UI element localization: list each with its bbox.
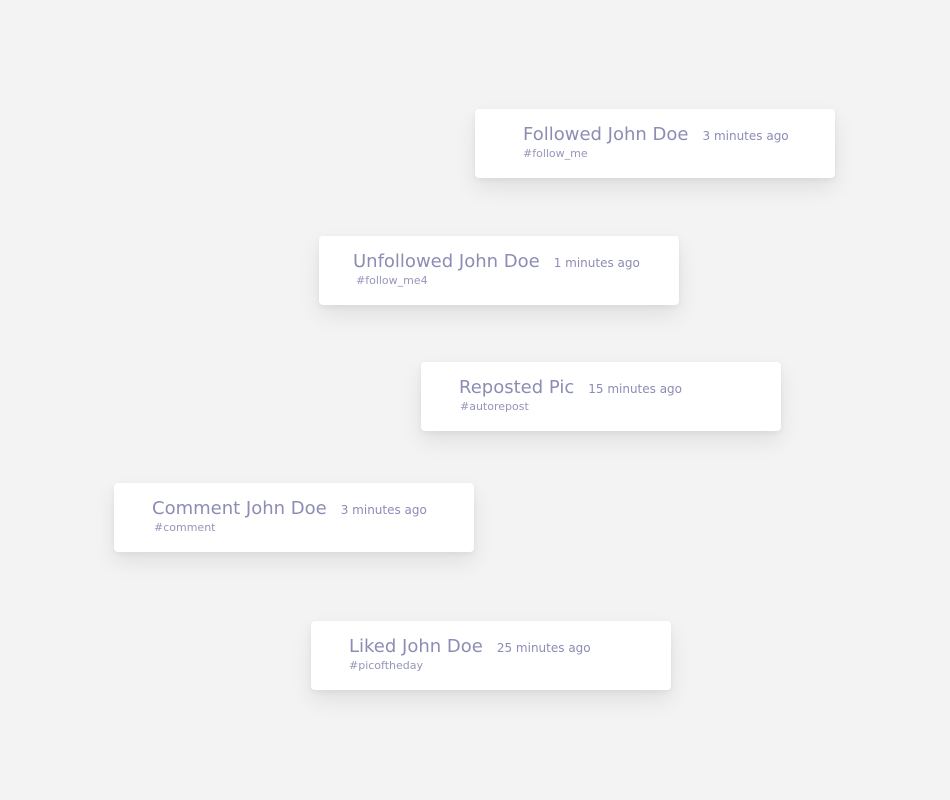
- activity-time: 15 minutes ago: [588, 382, 683, 396]
- activity-tag: #picoftheday: [349, 659, 423, 672]
- activity-time: 3 minutes ago: [702, 129, 789, 143]
- activity-feed: Followed John Doe 3 minutes ago #follow_…: [0, 0, 950, 800]
- activity-card[interactable]: Unfollowed John Doe 1 minutes ago #follo…: [319, 236, 679, 305]
- activity-header: Comment John Doe 3 minutes ago: [152, 498, 427, 520]
- activity-card[interactable]: Liked John Doe 25 minutes ago #picofthed…: [311, 621, 671, 690]
- activity-tag: #follow_me: [523, 147, 588, 160]
- activity-time: 25 minutes ago: [496, 641, 591, 655]
- activity-header: Reposted Pic 15 minutes ago: [459, 377, 682, 399]
- activity-title: Unfollowed John Doe: [353, 251, 540, 272]
- activity-time: 3 minutes ago: [340, 503, 427, 517]
- activity-header: Liked John Doe 25 minutes ago: [349, 636, 591, 658]
- activity-card[interactable]: Comment John Doe 3 minutes ago #comment: [114, 483, 474, 552]
- activity-header: Followed John Doe 3 minutes ago: [523, 124, 789, 146]
- activity-header: Unfollowed John Doe 1 minutes ago: [353, 251, 640, 273]
- activity-time: 1 minutes ago: [553, 256, 640, 270]
- activity-title: Followed John Doe: [523, 124, 689, 145]
- activity-title: Liked John Doe: [349, 636, 483, 657]
- activity-title: Comment John Doe: [152, 498, 327, 519]
- activity-title: Reposted Pic: [459, 377, 575, 398]
- activity-card[interactable]: Reposted Pic 15 minutes ago #autorepost: [421, 362, 781, 431]
- activity-card[interactable]: Followed John Doe 3 minutes ago #follow_…: [475, 109, 835, 178]
- activity-tag: #autorepost: [460, 400, 529, 413]
- activity-tag: #comment: [154, 521, 216, 534]
- activity-tag: #follow_me4: [356, 274, 428, 287]
